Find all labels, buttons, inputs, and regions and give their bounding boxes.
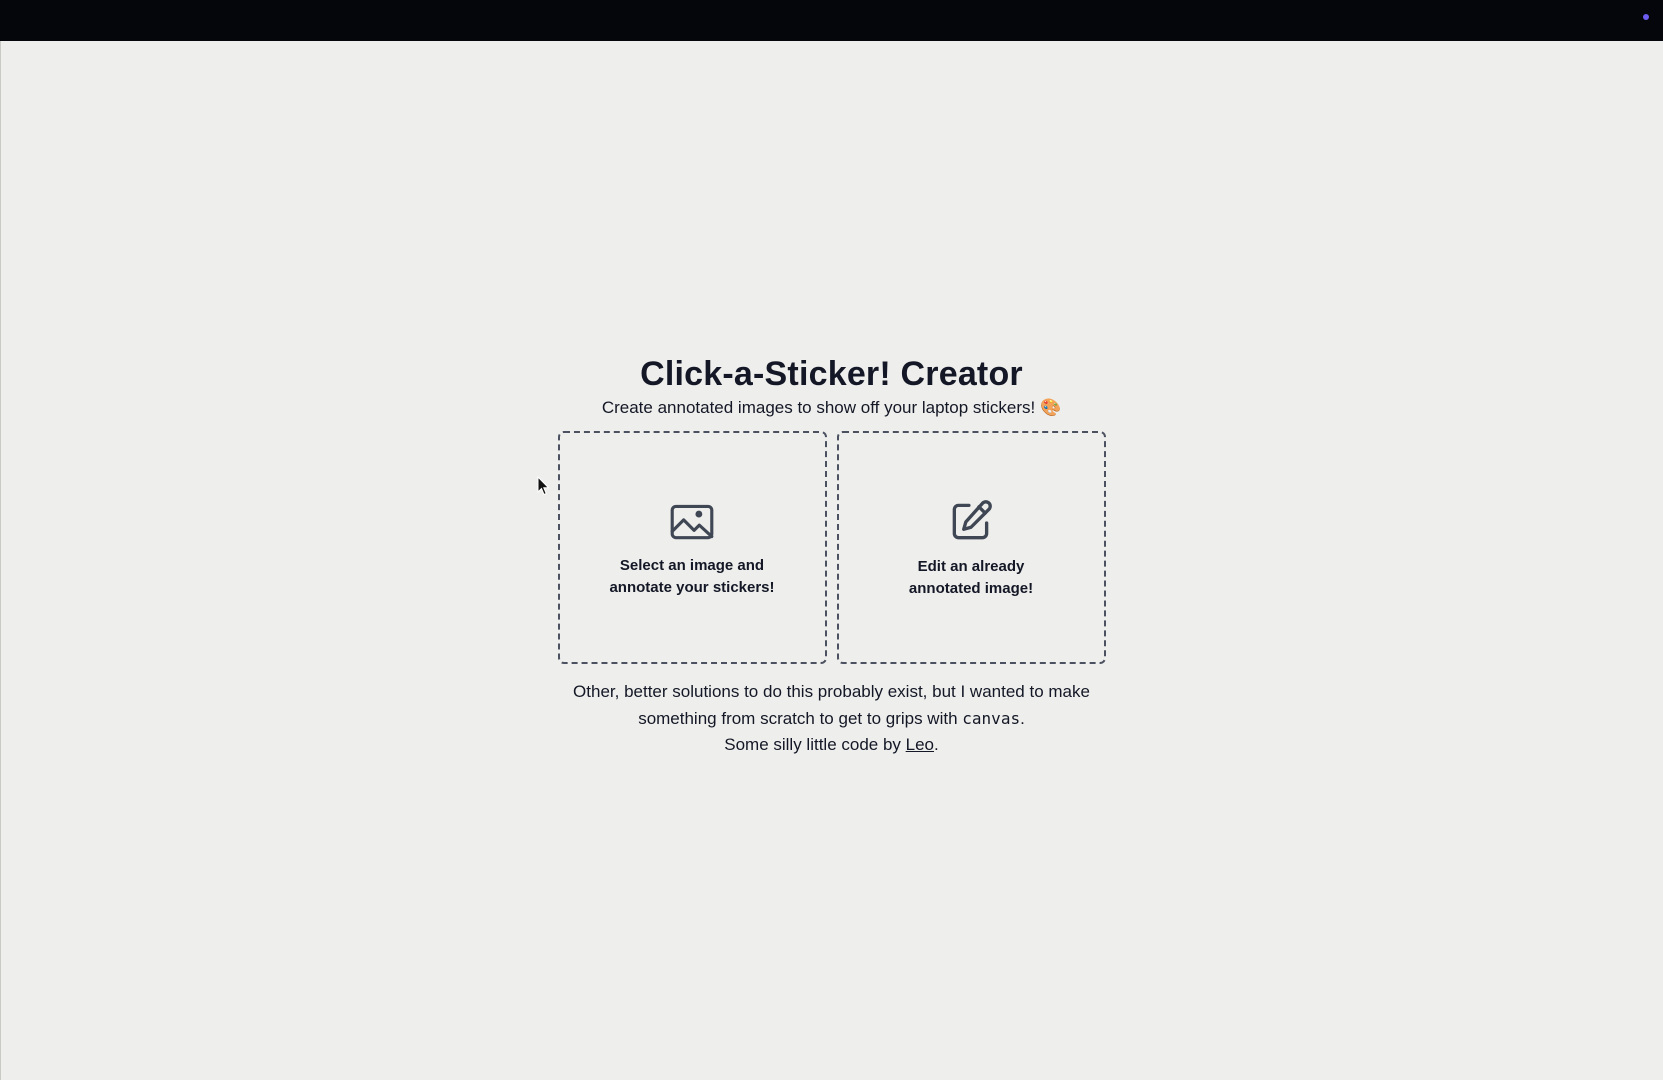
page-subtitle: Create annotated images to show off your… [601,398,1062,417]
footer-line-3: Some silly little code by Leo. [573,732,1090,759]
author-link[interactable]: Leo [906,735,934,754]
mouse-cursor-icon [537,476,550,496]
footer-line-3-end: . [934,735,939,754]
footer-line-2-end: . [1020,708,1025,728]
action-cards: Select an image and annotate your sticke… [557,431,1106,664]
canvas-code: canvas [962,708,1021,728]
edit-image-label: Edit an already annotated image! [908,557,1034,597]
top-bar [0,0,1663,41]
footer-text: Other, better solutions to do this proba… [573,679,1090,759]
footer-line-2: something from scratch to get to grips w… [573,706,1090,733]
footer-line-2-text: something from scratch to get to grips w… [638,708,963,728]
edit-image-card[interactable]: Edit an already annotated image! [836,431,1106,664]
edit-icon [952,499,992,539]
status-dot [1643,14,1649,20]
page-title: Click-a-Sticker! Creator [640,355,1023,393]
image-icon [670,504,714,539]
footer-line-3-text: Some silly little code by [724,735,906,754]
select-image-card[interactable]: Select an image and annotate your sticke… [557,431,827,664]
select-image-label: Select an image and annotate your sticke… [609,556,775,596]
main-content: Click-a-Sticker! Creator Create annotate… [0,352,1663,759]
footer-line-1: Other, better solutions to do this proba… [573,682,1090,701]
